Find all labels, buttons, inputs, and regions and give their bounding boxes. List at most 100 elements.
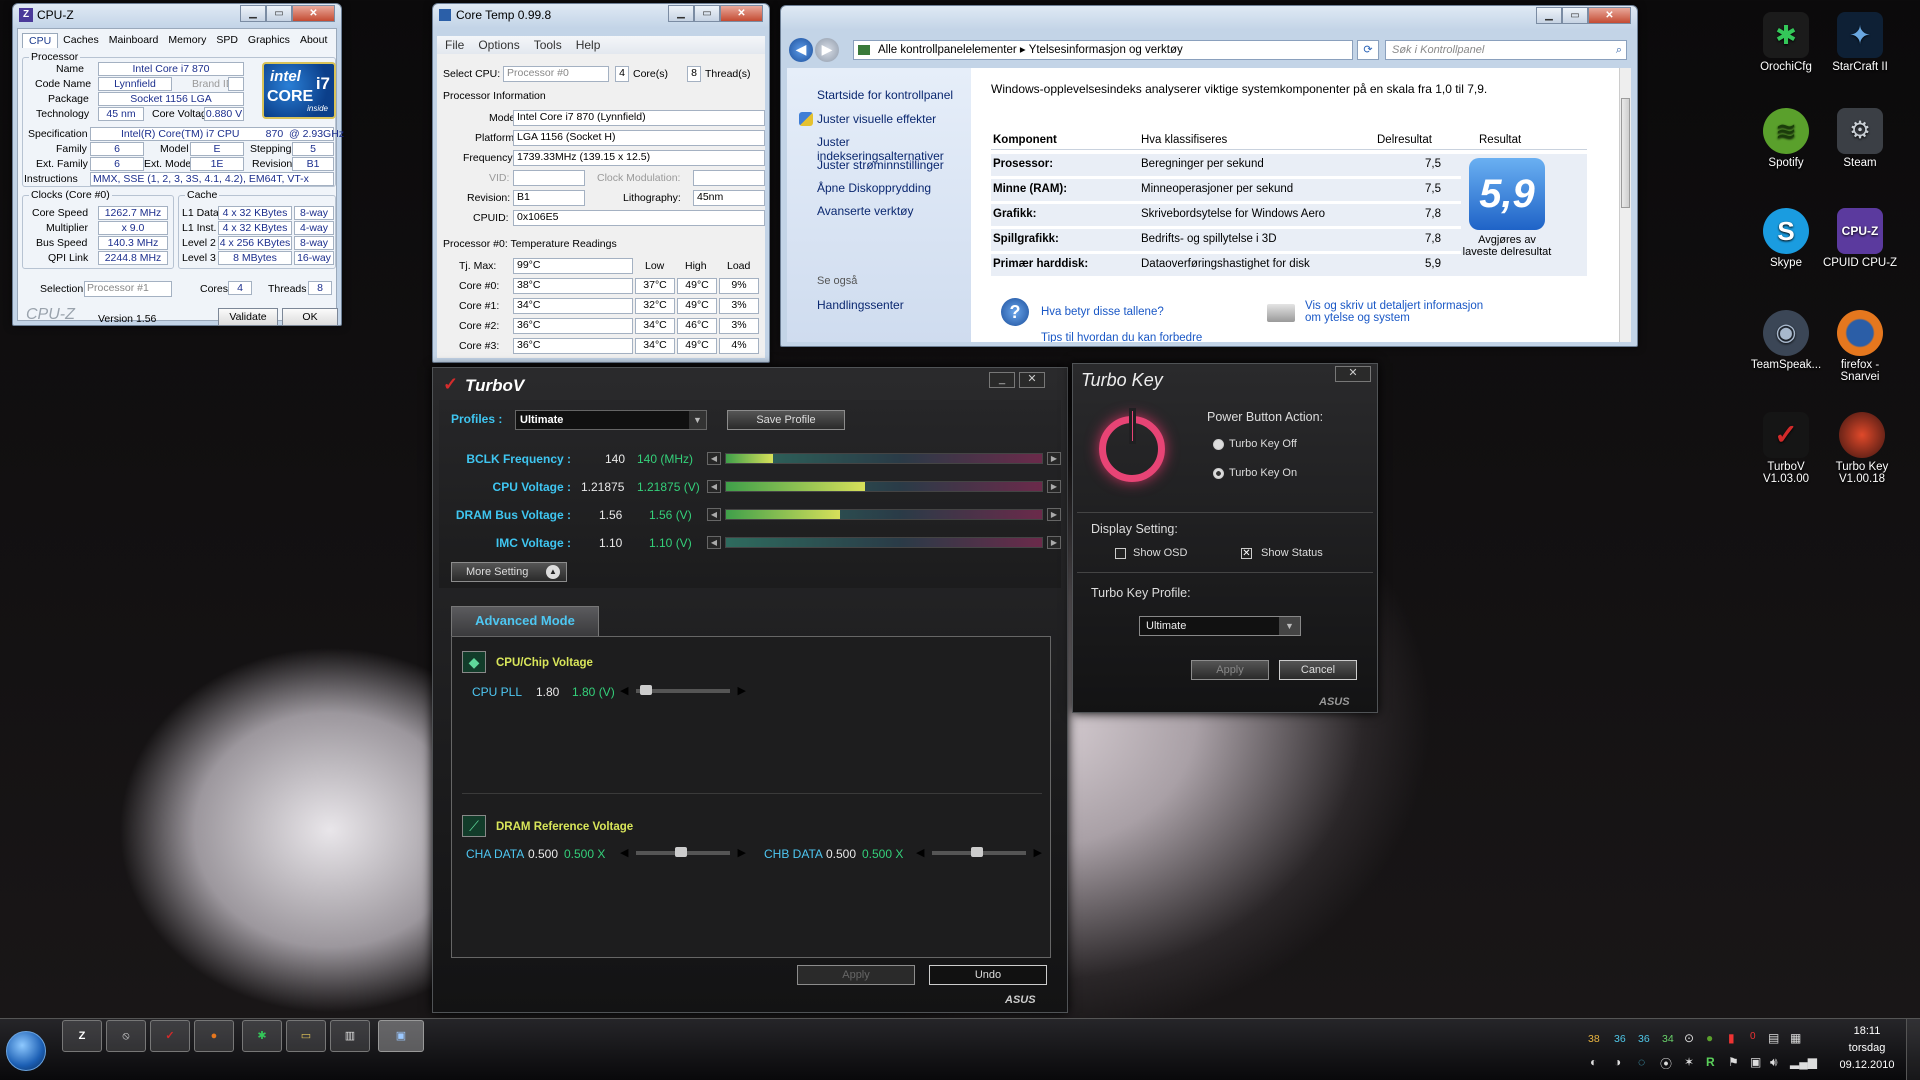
advanced-mode-tab[interactable]: Advanced Mode <box>451 606 599 636</box>
close-button[interactable]: ✕ <box>292 5 335 22</box>
undo-button[interactable]: Undo <box>929 965 1047 985</box>
taskbar-cpuz-button[interactable]: Z <box>62 1020 102 1052</box>
menu-file[interactable]: File <box>445 38 464 52</box>
more-setting-button[interactable]: More Setting ▲ <box>451 562 567 582</box>
validate-button[interactable]: Validate <box>218 308 278 326</box>
menu-options[interactable]: Options <box>478 38 519 52</box>
turbokey-window[interactable]: Turbo Key ✕ Power Button Action: Turbo K… <box>1072 363 1378 713</box>
imc-voltage-slider[interactable]: ◀ ▶ <box>707 535 1061 549</box>
action-center-flag-icon[interactable]: ⚑ <box>1728 1055 1739 1069</box>
turbov-window[interactable]: ✓ TurboV _ ✕ Profiles : Ultimate ▼ Save … <box>432 367 1068 1013</box>
sidebar-link-advanced[interactable]: Avanserte verktøy <box>817 204 913 218</box>
select-cpu-dropdown[interactable]: Processor #0 <box>503 66 609 82</box>
sidebar-link-visual[interactable]: Juster visuelle effekter <box>817 112 936 126</box>
sidebar-link-home[interactable]: Startside for kontrollpanel <box>817 88 953 102</box>
decrease-arrow-icon[interactable]: ◀ <box>707 536 721 549</box>
back-button[interactable]: ◀ <box>789 38 813 62</box>
search-icon[interactable]: ⌕ <box>1616 41 1622 59</box>
selection-dropdown[interactable]: Processor #1 <box>84 281 172 297</box>
dram-voltage-slider[interactable]: ◀ ▶ <box>707 507 1061 521</box>
taskbar-app-button[interactable]: ⦸ <box>106 1020 146 1052</box>
apply-button[interactable]: Apply <box>797 965 915 985</box>
chb-data-slider[interactable]: ◀ ▶ <box>916 845 1042 861</box>
increase-arrow-icon[interactable]: ▶ <box>738 846 746 859</box>
tray-icon[interactable]: ⊙ <box>1684 1031 1694 1045</box>
show-status-label[interactable]: Show Status <box>1261 547 1323 559</box>
show-status-checkbox[interactable]: ✕ <box>1241 548 1252 559</box>
bclk-slider[interactable]: ◀ ▶ <box>707 451 1061 465</box>
increase-arrow-icon[interactable]: ▶ <box>1047 452 1061 465</box>
ok-button[interactable]: OK <box>282 308 338 326</box>
scroll-thumb[interactable] <box>1621 98 1630 208</box>
tab-cpu[interactable]: CPU <box>22 33 59 48</box>
link-tips[interactable]: Tips til hvordan du kan forbedre <box>1041 332 1202 342</box>
taskbar-turbov-button[interactable]: ✓ <box>150 1020 190 1052</box>
taskbar-controlpanel-button[interactable]: ▣ <box>378 1020 424 1052</box>
save-profile-button[interactable]: Save Profile <box>727 410 845 430</box>
turbokey-cancel-button[interactable]: Cancel <box>1279 660 1357 680</box>
show-osd-checkbox[interactable] <box>1115 548 1126 559</box>
tab-caches[interactable]: Caches <box>58 33 104 48</box>
tray-icon[interactable]: ▮ <box>1728 1031 1735 1045</box>
turbo-key-off-label[interactable]: Turbo Key Off <box>1229 438 1297 450</box>
cpu-pll-slider[interactable]: ◀ ▶ <box>620 683 746 699</box>
maximize-button[interactable]: ▭ <box>1562 7 1588 24</box>
tray-icon[interactable]: ✶ <box>1684 1055 1694 1069</box>
minimize-button[interactable]: _ <box>989 372 1015 388</box>
decrease-arrow-icon[interactable]: ◀ <box>620 684 628 697</box>
desktop-icon-cpuz[interactable]: CPU-Z CPUID CPU-Z <box>1822 208 1898 269</box>
dropdown-arrow-icon[interactable]: ▼ <box>1279 617 1300 635</box>
minimize-button[interactable]: ▁ <box>1536 7 1562 24</box>
decrease-arrow-icon[interactable]: ◀ <box>707 452 721 465</box>
maximize-button[interactable]: ▭ <box>266 5 292 22</box>
desktop-icon-teamspeak[interactable]: ◉ TeamSpeak... <box>1750 310 1822 371</box>
desktop-icon-turbov[interactable]: ✓ TurboV V1.03.00 <box>1750 412 1822 485</box>
search-input[interactable]: Søk i Kontrollpanel ⌕ <box>1385 40 1627 60</box>
taskbar-razer-button[interactable]: ✱ <box>242 1020 282 1052</box>
dropdown-arrow-icon[interactable]: ▼ <box>689 411 706 429</box>
decrease-arrow-icon[interactable]: ◀ <box>620 846 628 859</box>
sidebar-link-action-center[interactable]: Handlingssenter <box>817 298 904 312</box>
sidebar-link-cleanup[interactable]: Åpne Diskopprydding <box>817 181 931 195</box>
desktop-icon-turbokey[interactable]: Turbo Key V1.00.18 <box>1826 412 1898 485</box>
signal-icon[interactable]: ▂▄▆ <box>1790 1055 1817 1069</box>
start-button[interactable] <box>6 1031 46 1071</box>
tab-mainboard[interactable]: Mainboard <box>104 33 164 48</box>
coretemp-window[interactable]: Core Temp 0.99.8 ▁ ▭ ✕ File Options Tools … <box>432 3 770 363</box>
tab-about[interactable]: About <box>295 33 332 48</box>
breadcrumb-2[interactable]: Ytelsesinformasjon og verktøy <box>1029 44 1183 56</box>
tray-icon[interactable]: ◑ <box>1614 1055 1621 1069</box>
taskbar-explorer-button[interactable]: ▭ <box>286 1020 326 1052</box>
tray-spotify-icon[interactable]: ● <box>1706 1031 1713 1045</box>
maximize-button[interactable]: ▭ <box>694 5 720 22</box>
link-what-numbers-mean[interactable]: Hva betyr disse tallene? <box>1041 306 1164 318</box>
address-field[interactable]: Alle kontrollpanelelementer ▸ Ytelsesinf… <box>853 40 1353 60</box>
turbo-key-on-label[interactable]: Turbo Key On <box>1229 467 1297 479</box>
increase-arrow-icon[interactable]: ▶ <box>1047 536 1061 549</box>
cha-data-slider[interactable]: ◀ ▶ <box>620 845 746 861</box>
close-button[interactable]: ✕ <box>720 5 763 22</box>
show-desktop-button[interactable] <box>1906 1019 1920 1080</box>
desktop-icon-orochicfg[interactable]: ✱ OrochiCfg <box>1758 12 1814 73</box>
tray-icon[interactable]: ▦ <box>1790 1031 1801 1045</box>
menu-tools[interactable]: Tools <box>534 38 562 52</box>
minimize-button[interactable]: ▁ <box>668 5 694 22</box>
tray-icon[interactable]: ⦿ <box>1660 1055 1672 1072</box>
desktop-icon-spotify[interactable]: ≋ Spotify <box>1758 108 1814 169</box>
tab-spd[interactable]: SPD <box>211 33 243 48</box>
increase-arrow-icon[interactable]: ▶ <box>1034 846 1042 859</box>
tab-memory[interactable]: Memory <box>163 33 211 48</box>
decrease-arrow-icon[interactable]: ◀ <box>707 480 721 493</box>
minimize-button[interactable]: ▁ <box>240 5 266 22</box>
increase-arrow-icon[interactable]: ▶ <box>738 684 746 697</box>
turbo-key-on-radio[interactable] <box>1213 468 1224 479</box>
desktop-icon-firefox[interactable]: firefox - Snarvei <box>1828 310 1892 383</box>
turbokey-apply-button[interactable]: Apply <box>1191 660 1269 680</box>
breadcrumb-1[interactable]: Alle kontrollpanelelementer <box>878 44 1017 56</box>
forward-button[interactable]: ▶ <box>815 38 839 62</box>
chb-data-thumb[interactable] <box>971 847 983 857</box>
close-button[interactable]: ✕ <box>1019 372 1045 388</box>
cpu-voltage-slider[interactable]: ◀ ▶ <box>707 479 1061 493</box>
link-print-details[interactable]: Vis og skriv ut detaljert informasjon om… <box>1305 300 1485 324</box>
cha-data-thumb[interactable] <box>675 847 687 857</box>
